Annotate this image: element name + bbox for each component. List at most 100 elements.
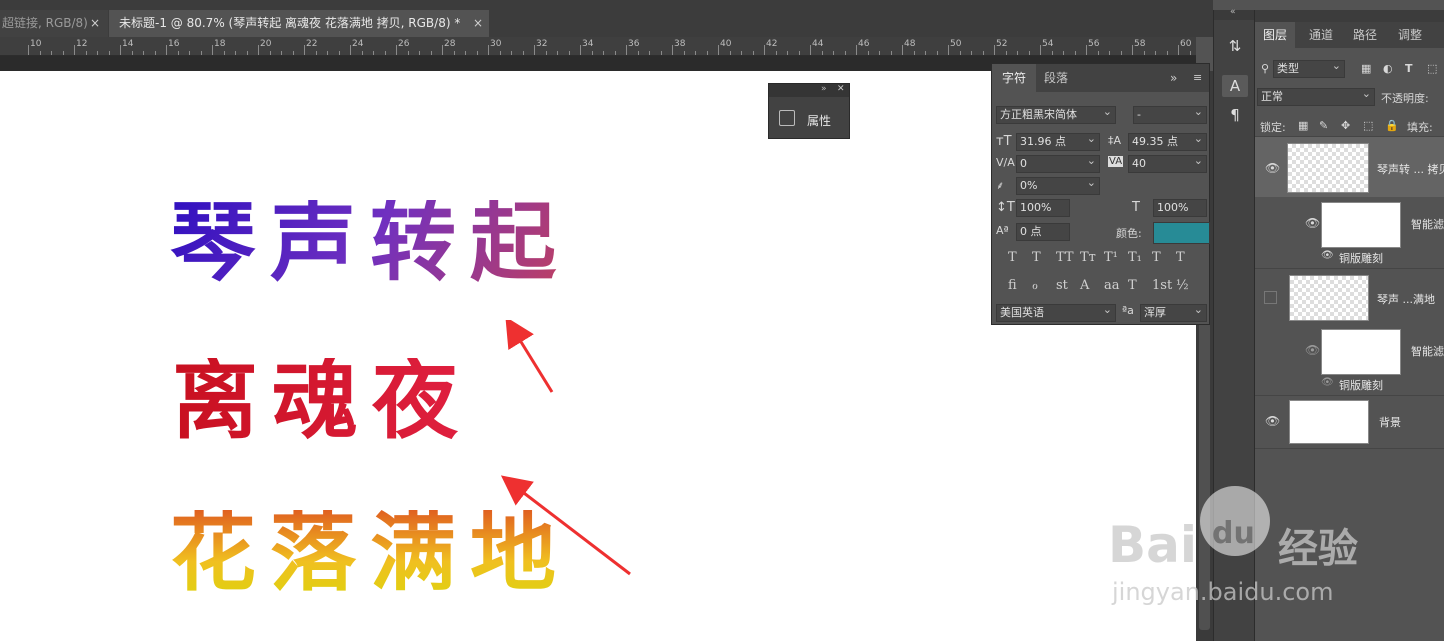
blend-mode-select[interactable]: 正常 [1257,88,1375,106]
panel-menu-icon[interactable]: ≡ [1193,64,1202,92]
ruler-tick [430,51,432,55]
filter-shape-icon[interactable]: ⬚ [1427,62,1437,75]
tab-paragraph-label: 段落 [1044,71,1069,85]
antialias-select[interactable]: 浑厚 [1140,304,1207,322]
lock-artboard-icon[interactable]: ⬚ [1363,119,1373,132]
text-style-button-4[interactable]: T¹ [1104,250,1118,265]
lock-all-icon[interactable]: 🔒 [1385,119,1399,132]
ruler-tick [1040,45,1041,55]
lock-transparency-icon[interactable]: ▦ [1298,119,1308,132]
ruler-label: 32 [536,39,548,49]
font-style-select[interactable]: - [1133,106,1207,124]
tracking-field[interactable]: 40 [1128,155,1207,173]
ruler-tick [649,51,650,55]
paragraph-panel-icon[interactable]: ¶ [1222,104,1248,126]
text-color-swatch[interactable] [1153,222,1210,244]
collapse-icon[interactable]: » [821,84,827,94]
visibility-eye-icon[interactable]: 👁 [1265,161,1280,175]
ruler-tick [488,45,489,55]
properties-icon[interactable] [779,110,795,126]
vertical-scale-field[interactable]: 100% [1016,199,1070,217]
properties-mini-panel: » ✕ 属性 [768,83,850,139]
layer-filter-select[interactable]: 类型 [1273,60,1345,78]
text-style-button-6[interactable]: T [1152,250,1161,265]
dock-collapse-icon[interactable]: « [1230,7,1236,17]
properties-label[interactable]: 属性 [807,112,831,129]
smart-filter-row[interactable]: 👁 智能滤 👁 铜版雕刻 [1255,198,1444,270]
properties-panel-header[interactable]: » ✕ [769,84,849,97]
horizontal-scale-field[interactable]: 100% [1153,199,1207,217]
close-icon[interactable]: ✕ [837,84,845,94]
character-panel-icon[interactable]: A [1222,75,1248,97]
tsume-field[interactable]: 0% [1016,177,1100,195]
opentype-button-3[interactable]: A [1080,278,1089,293]
opentype-button-1[interactable]: ℴ [1032,278,1038,293]
text-style-button-7[interactable]: T [1176,250,1185,265]
ruler-tick [465,51,466,55]
language-select[interactable]: 美国英语 [996,304,1116,322]
text-style-button-2[interactable]: TT [1056,250,1074,265]
text-style-button-5[interactable]: T₁ [1128,250,1142,265]
lock-brush-icon[interactable]: ✎ [1319,119,1328,132]
history-icon[interactable]: ⇅ [1222,35,1248,57]
lock-move-icon[interactable]: ✥ [1341,119,1350,132]
panel-expand-icon[interactable]: » [1170,64,1177,92]
leading-field[interactable]: 49.35 点 [1128,133,1207,151]
visibility-eye-icon[interactable]: 👁 [1265,414,1280,428]
filter-pixel-icon[interactable]: ▦ [1361,62,1371,75]
layer-name: 背景 [1379,416,1401,429]
dock-header[interactable]: « [1214,7,1254,20]
ruler-label: 20 [260,39,272,49]
layer-row[interactable]: 👁 背景 [1255,396,1444,448]
opentype-button-0[interactable]: fi [1008,278,1017,293]
tab-channels[interactable]: 通道 [1309,22,1333,48]
opentype-button-4[interactable]: aa [1104,278,1120,293]
smart-filter-row[interactable]: 👁 智能滤 👁 铜版雕刻 [1255,327,1444,395]
tab-doc-2[interactable]: 未标题-1 @ 80.7% (琴声转起 离魂夜 花落满地 拷贝, RGB/8) … [109,10,489,37]
visibility-eye-icon[interactable]: 👁 [1305,216,1320,230]
ruler-tick [154,51,156,55]
smart-filter-name: 智能滤 [1411,218,1444,231]
kerning-field[interactable]: 0 [1016,155,1100,173]
text-style-button-3[interactable]: Tт [1080,250,1096,265]
tab-layers[interactable]: 图层 [1255,22,1296,48]
ruler-tick [1143,51,1145,55]
text-style-button-1[interactable]: T [1032,250,1041,265]
baseline-shift-field[interactable]: 0 点 [1016,223,1070,241]
tab-paths[interactable]: 路径 [1353,22,1377,48]
filter-adjust-icon[interactable]: ◐ [1383,62,1393,75]
tab-character[interactable]: 字符 [992,64,1036,92]
ruler-tick [51,51,52,55]
ruler-label: 16 [168,39,180,49]
tab-adjustments[interactable]: 调整 [1398,22,1422,48]
opentype-button-5[interactable]: T [1128,278,1137,293]
ruler-tick [637,51,639,55]
visibility-eye-icon[interactable]: 👁 [1305,343,1320,357]
filter-eye-icon[interactable]: 👁 [1321,250,1334,261]
leading-icon: ‡A [1108,134,1122,147]
layer-row[interactable]: 琴声 ...满地 [1255,269,1444,327]
filter-eye-icon[interactable]: 👁 [1321,377,1334,388]
opentype-button-7[interactable]: ½ [1176,278,1189,293]
ruler-label: 40 [720,39,732,49]
layer-thumbnail [1289,275,1369,321]
tab-doc-2-label: 未标题-1 @ 80.7% (琴声转起 离魂夜 花落满地 拷贝, RGB/8) … [119,16,461,30]
ruler-tick [672,45,673,55]
ruler-tick [626,45,627,55]
ruler-tick [1086,45,1087,55]
font-family-select[interactable]: 方正粗黑宋简体 [996,106,1116,124]
ruler-tick [1017,51,1018,55]
visibility-checkbox[interactable] [1264,291,1277,304]
opentype-button-2[interactable]: st [1056,278,1068,293]
opentype-button-6[interactable]: 1st [1152,278,1172,293]
text-style-button-0[interactable]: T [1008,250,1017,265]
watermark-url: jingyan.baidu.com [1112,578,1334,606]
tab-paragraph[interactable]: 段落 [1044,64,1068,92]
ruler-tick [442,45,443,55]
ruler-label: 36 [628,39,640,49]
layer-row[interactable]: 👁 琴声转 ... 拷贝 [1255,137,1444,197]
font-size-field[interactable]: 31.96 点 [1016,133,1100,151]
tab-doc-1-close-icon[interactable]: × [90,16,100,30]
tab-doc-2-close-icon[interactable]: × [473,16,483,30]
filter-type-icon[interactable]: T [1405,62,1413,75]
